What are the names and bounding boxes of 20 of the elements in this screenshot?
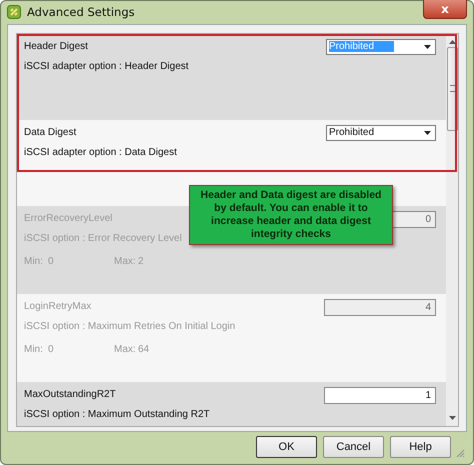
setting-name: LoginRetryMax [24,300,92,312]
max-value: 2 [138,256,145,267]
setting-name: Data Digest [24,126,76,138]
max-label: Max: [114,344,134,355]
setting-description: iSCSI option : Maximum Retries On Initial Login [24,320,236,332]
min-label: Min: [24,344,44,355]
min-label: Min: [24,256,44,267]
setting-name: ErrorRecoveryLevel [24,212,112,224]
setting-name: MaxOutstandingR2T [24,388,116,400]
max-label: Max: [114,256,134,267]
setting-name: Header Digest [24,40,88,52]
setting-description: iSCSI adapter option : Header Digest [24,60,189,72]
min-value: 0 [48,344,55,355]
setting-description: iSCSI option : Maximum Outstanding R2T [24,408,210,420]
max-value: 64 [138,344,150,355]
setting-description: iSCSI option : Error Recovery Level [24,232,182,244]
min-value: 0 [48,256,55,267]
setting-description: iSCSI adapter option : Data Digest [24,146,177,158]
note-tooltip: Header and Data digest are disabled by default. You can enable it to increase header and data digest integrity checks [189,184,393,245]
window-title: Advanced Settings [27,5,136,20]
